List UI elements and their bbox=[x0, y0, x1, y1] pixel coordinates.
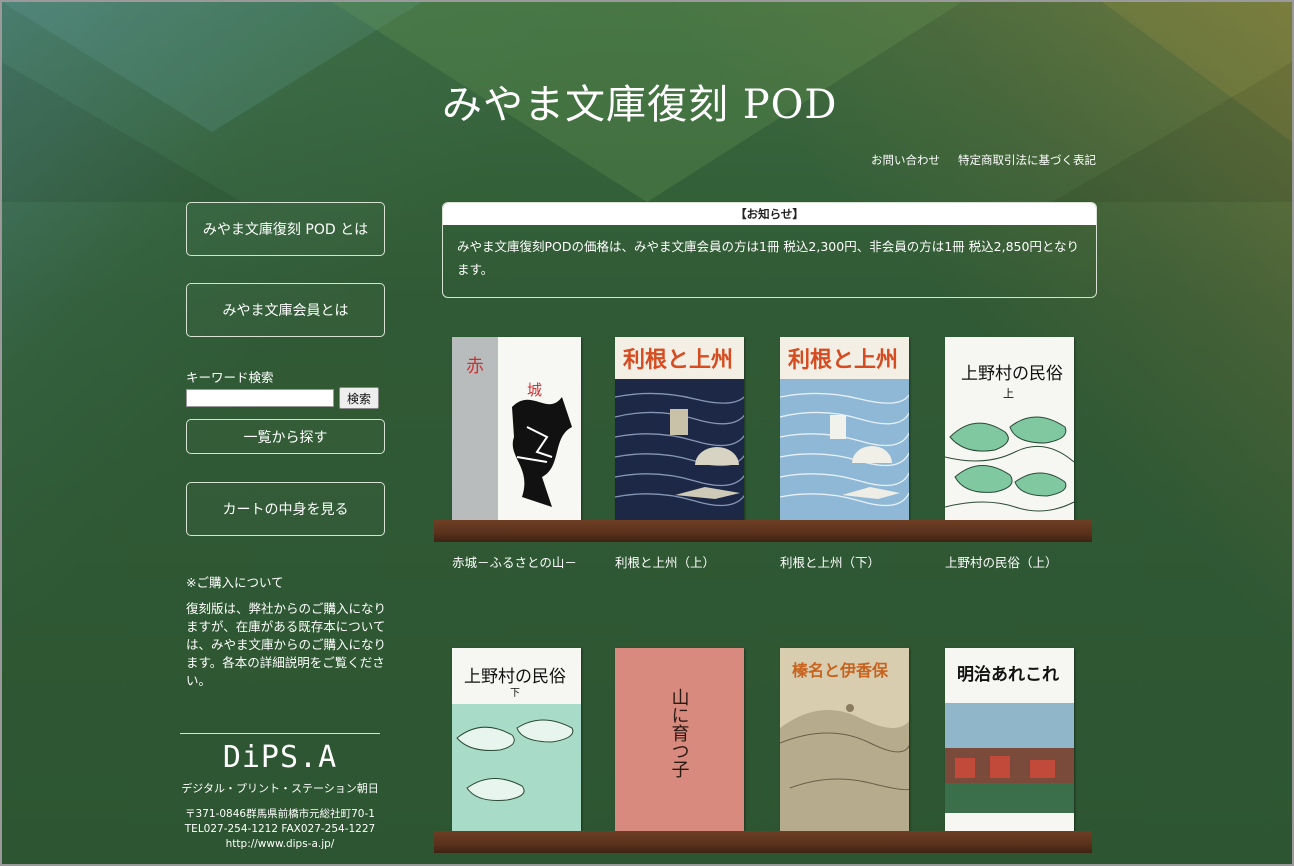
cover-title-text: 上野村の民俗 bbox=[961, 364, 1063, 384]
keyword-search-label: キーワード検索 bbox=[186, 370, 274, 385]
keyword-search-input[interactable] bbox=[186, 389, 334, 407]
site-title[interactable]: みやま文庫復刻 POD bbox=[442, 72, 838, 130]
book-cover-tone-joshu-2[interactable]: 利根と上州 bbox=[780, 337, 909, 520]
book-cover-uenomura-2[interactable]: 上野村の民俗 下 bbox=[452, 648, 581, 831]
book-cover-tone-joshu-1[interactable]: 利根と上州 bbox=[615, 337, 744, 520]
top-links: お問い合わせ 特定商取引法に基づく表記 bbox=[871, 152, 1096, 168]
book-title-tone-joshu-1[interactable]: 利根と上州（上） bbox=[615, 552, 715, 571]
cover-title-text: 榛名と伊香保 bbox=[792, 661, 889, 680]
cover-title-text: 明治あれこれ bbox=[957, 664, 1059, 685]
notice-box: 【お知らせ】 みやま文庫復刻PODの価格は、みやま文庫会員の方は1冊 税込2,3… bbox=[442, 202, 1097, 298]
browse-list-button[interactable]: 一覧から探す bbox=[186, 419, 385, 454]
bookshelf-row-1 bbox=[434, 520, 1092, 542]
book-cover-haruna-ikaho[interactable]: 榛名と伊香保 bbox=[780, 648, 909, 831]
view-cart-button[interactable]: カートの中身を見る bbox=[186, 482, 385, 536]
book-title-akagi[interactable]: 赤城－ふるさとの山－ bbox=[452, 552, 577, 571]
book-cover-uenomura-1[interactable]: 上野村の民俗 上 bbox=[945, 337, 1074, 520]
cover-title-text: 山に育つ子 bbox=[669, 688, 690, 778]
cover-volume-mark: 上 bbox=[1003, 387, 1014, 400]
bookshelf-row-2 bbox=[434, 831, 1092, 853]
dipsa-logo[interactable]: DiPS.A bbox=[180, 740, 380, 775]
purchase-info-text: 復刻版は、弊社からのご購入になりますが、在庫がある既存本については、みやま文庫か… bbox=[186, 601, 387, 688]
legal-notice-link[interactable]: 特定商取引法に基づく表記 bbox=[958, 152, 1096, 168]
url-line[interactable]: http://www.dips-a.jp/ bbox=[180, 837, 380, 852]
company-address: 〒371-0846群馬県前橋市元総社町70-1 TEL027-254-1212 … bbox=[180, 807, 380, 852]
dipsa-logo-subtitle: デジタル・プリント・ステーション朝日 bbox=[181, 782, 379, 795]
page-frame: みやま文庫復刻 POD お問い合わせ 特定商取引法に基づく表記 みやま文庫復刻 … bbox=[0, 0, 1294, 866]
address-line: 〒371-0846群馬県前橋市元総社町70-1 bbox=[185, 808, 375, 820]
book-cover-akagi[interactable]: 赤 城 bbox=[452, 337, 581, 520]
notice-body: みやま文庫復刻PODの価格は、みやま文庫会員の方は1冊 税込2,300円、非会員… bbox=[457, 239, 1080, 277]
book-cover-meiji-arekore[interactable]: 明治あれこれ bbox=[945, 648, 1074, 831]
cover-title-text: 上野村の民俗 bbox=[464, 667, 566, 687]
cover-title-text: 利根と上州 bbox=[788, 347, 898, 373]
book-title-uenomura-1[interactable]: 上野村の民俗（上） bbox=[945, 552, 1058, 571]
cover-title-char: 城 bbox=[527, 381, 542, 399]
about-pod-button[interactable]: みやま文庫復刻 POD とは bbox=[186, 202, 385, 256]
about-member-button[interactable]: みやま文庫会員とは bbox=[186, 283, 385, 337]
book-cover-yama-ni-sodatsu-ko[interactable]: 山に育つ子 bbox=[615, 648, 744, 831]
book-title-tone-joshu-2[interactable]: 利根と上州（下） bbox=[780, 552, 880, 571]
search-button[interactable]: 検索 bbox=[339, 387, 379, 409]
footer-divider bbox=[180, 733, 380, 734]
phone-line: TEL027-254-1212 FAX027-254-1227 bbox=[184, 823, 376, 835]
purchase-info-title: ※ご購入について bbox=[186, 575, 284, 590]
contact-link[interactable]: お問い合わせ bbox=[871, 152, 940, 168]
cover-title-char: 赤 bbox=[466, 356, 484, 377]
notice-heading: 【お知らせ】 bbox=[443, 203, 1096, 225]
cover-volume-mark: 下 bbox=[510, 688, 520, 699]
cover-title-text: 利根と上州 bbox=[623, 347, 733, 373]
